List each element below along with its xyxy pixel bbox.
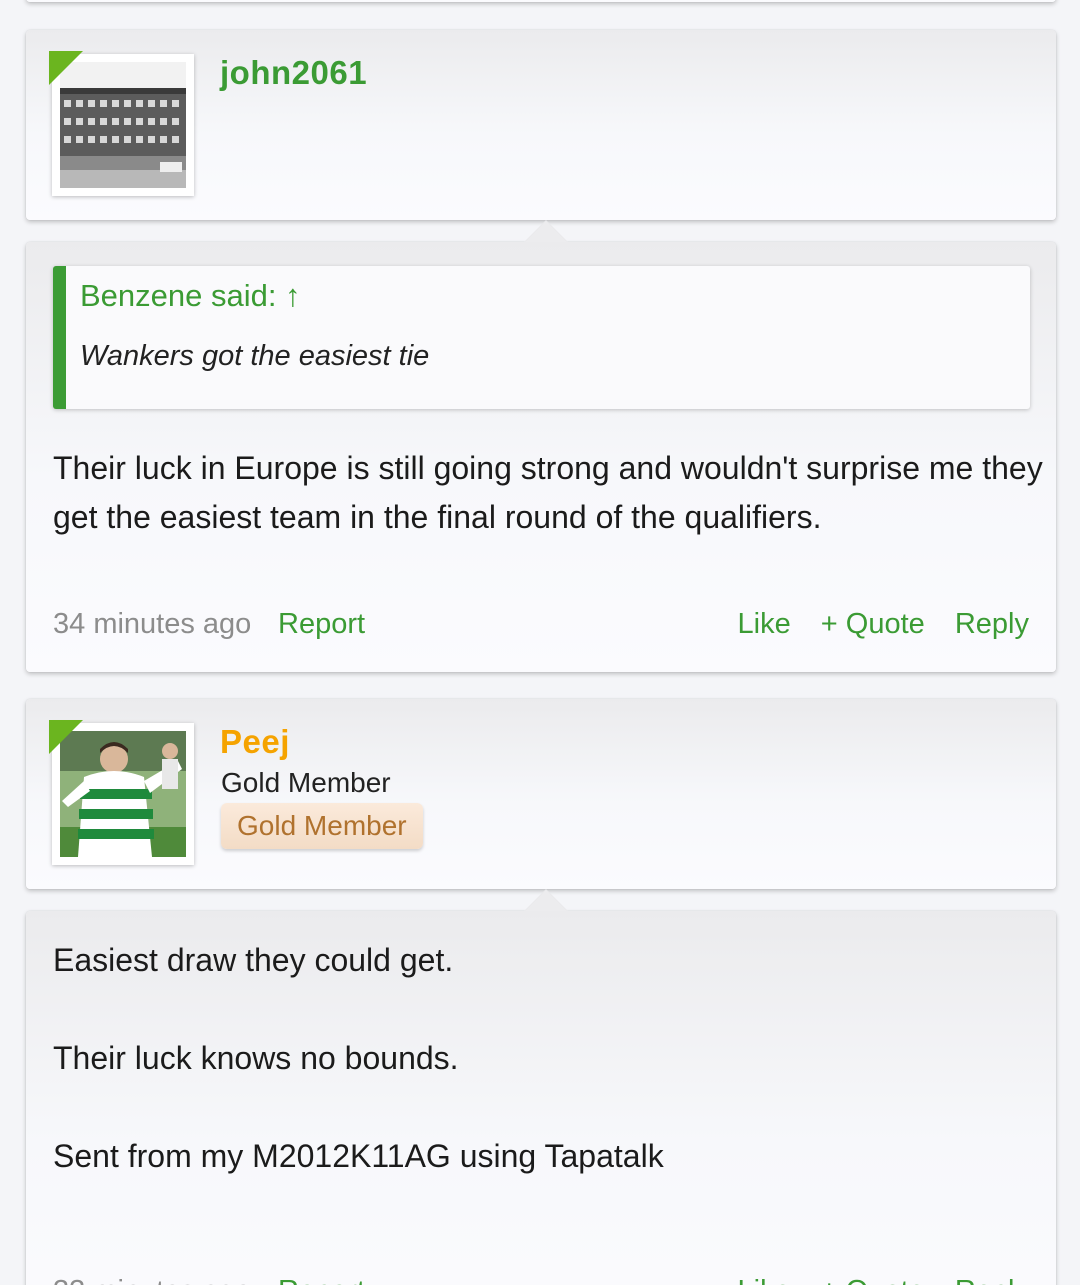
avatar[interactable]	[49, 720, 194, 865]
user-badge: Gold Member	[221, 803, 423, 849]
message-paragraph: Sent from my M2012K11AG using Tapatalk	[53, 1138, 664, 1174]
quote-link[interactable]: + Quote	[821, 608, 925, 640]
username[interactable]: john2061	[220, 54, 367, 92]
report-link[interactable]: Report	[278, 608, 365, 641]
quote-attribution-link[interactable]: Benzene said: ↑	[80, 278, 301, 314]
quote-text: Wankers got the easiest tie	[80, 340, 430, 372]
post-user-block: john2061	[26, 30, 1056, 220]
username[interactable]: Peej	[220, 723, 290, 761]
message-paragraph: Their luck in Europe is still going stro…	[53, 450, 1043, 535]
like-link[interactable]: Like	[738, 608, 791, 640]
message-paragraph: Easiest draw they could get.	[53, 942, 454, 978]
post-timestamp[interactable]: 33 minutes ago	[53, 1275, 251, 1285]
user-title: Gold Member	[221, 767, 391, 798]
avatar[interactable]	[49, 51, 194, 196]
message-pointer	[524, 220, 568, 242]
online-corner-marker	[49, 720, 83, 754]
post-user-block: Peej Gold Member Gold Member	[26, 699, 1056, 889]
report-link[interactable]: Report	[278, 1275, 365, 1285]
post-actions: Like + Quote Reply	[716, 1275, 1029, 1285]
message-pointer	[524, 889, 568, 911]
quote-link[interactable]: + Quote	[821, 1275, 925, 1285]
online-corner-marker	[49, 51, 83, 85]
reply-link[interactable]: Reply	[955, 608, 1029, 640]
reply-link[interactable]: Reply	[955, 1275, 1029, 1285]
post-actions: Like + Quote Reply	[716, 608, 1029, 641]
like-link[interactable]: Like	[738, 1275, 791, 1285]
message-body: Easiest draw they could get. Their luck …	[53, 936, 1043, 1230]
thread-page: john2061 Benzene said: ↑ Wankers got the…	[0, 0, 1080, 1285]
message-footer: 33 minutes ago Report Like + Quote Reply	[53, 1275, 1029, 1285]
message-body: Their luck in Europe is still going stro…	[53, 444, 1043, 542]
quote-block: Benzene said: ↑ Wankers got the easiest …	[53, 266, 1030, 409]
previous-post-card	[26, 0, 1056, 2]
message-footer: 34 minutes ago Report Like + Quote Reply	[53, 608, 1029, 644]
post-timestamp[interactable]: 34 minutes ago	[53, 608, 251, 641]
post-message: Benzene said: ↑ Wankers got the easiest …	[26, 220, 1056, 672]
message-paragraph: Their luck knows no bounds.	[53, 1040, 459, 1076]
post-message: Easiest draw they could get. Their luck …	[26, 889, 1056, 1285]
